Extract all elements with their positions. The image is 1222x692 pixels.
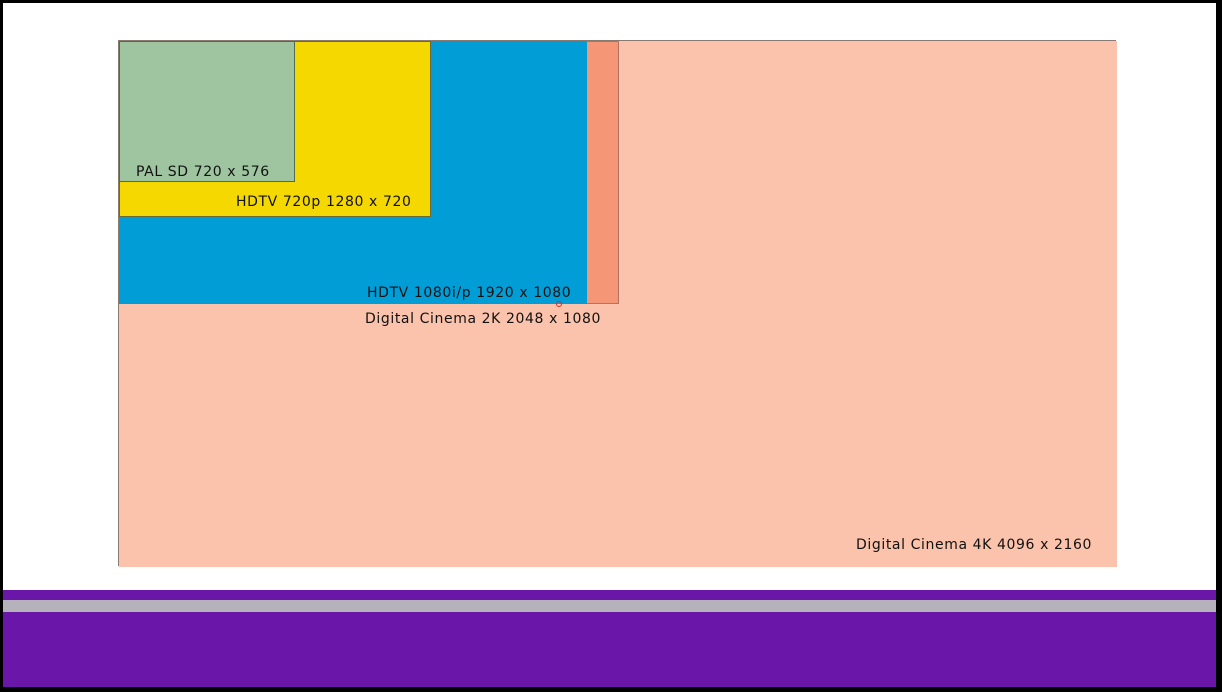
footer-stripe	[3, 600, 1216, 612]
label-pal-sd: PAL SD 720 x 576	[136, 164, 270, 180]
label-cinema-2k: Digital Cinema 2K 2048 x 1080	[365, 311, 602, 327]
cursor-pointer-icon	[556, 301, 562, 307]
label-hdtv-1080: HDTV 1080i/p 1920 x 1080	[367, 285, 572, 301]
label-hdtv-720p: HDTV 720p 1280 x 720	[236, 194, 412, 210]
footer-bar	[3, 590, 1216, 687]
slide: PAL SD 720 x 576 HDTV 720p 1280 x 720 HD…	[3, 3, 1216, 687]
footer-bottom-band	[3, 612, 1216, 687]
resolution-diagram: PAL SD 720 x 576 HDTV 720p 1280 x 720 HD…	[118, 40, 1117, 567]
box-pal-sd	[119, 41, 295, 182]
label-cinema-4k: Digital Cinema 4K 4096 x 2160	[856, 537, 1093, 553]
footer-top-band	[3, 590, 1216, 600]
